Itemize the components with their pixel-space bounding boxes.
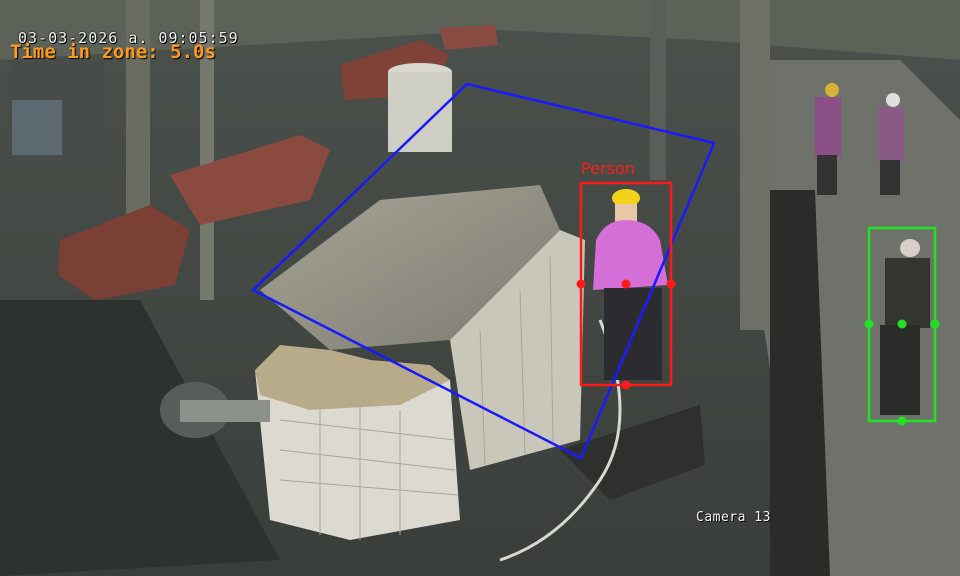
camera-name-label: Camera 13 [696,510,771,525]
keypoint-center [621,279,631,289]
keypoint-left [576,279,586,289]
keypoint-bottom [621,380,631,390]
keypoint-bottom [897,416,907,426]
keypoint-right [666,279,676,289]
keypoint-left [864,319,874,329]
camera-scene [0,0,960,576]
detection-label-person: Person [581,159,635,178]
pole-right [740,0,770,330]
white-drum [388,72,452,152]
pipe [180,400,270,422]
machine-bin [12,100,62,155]
camera-feed-frame: 03-03-2026 a. 09:05:59 Time in zone: 5.0… [0,0,960,576]
time-in-zone-label: Time in zone: 5.0s [10,41,216,63]
keypoint-right [930,319,940,329]
keypoint-center [897,319,907,329]
pole-far [650,0,666,180]
